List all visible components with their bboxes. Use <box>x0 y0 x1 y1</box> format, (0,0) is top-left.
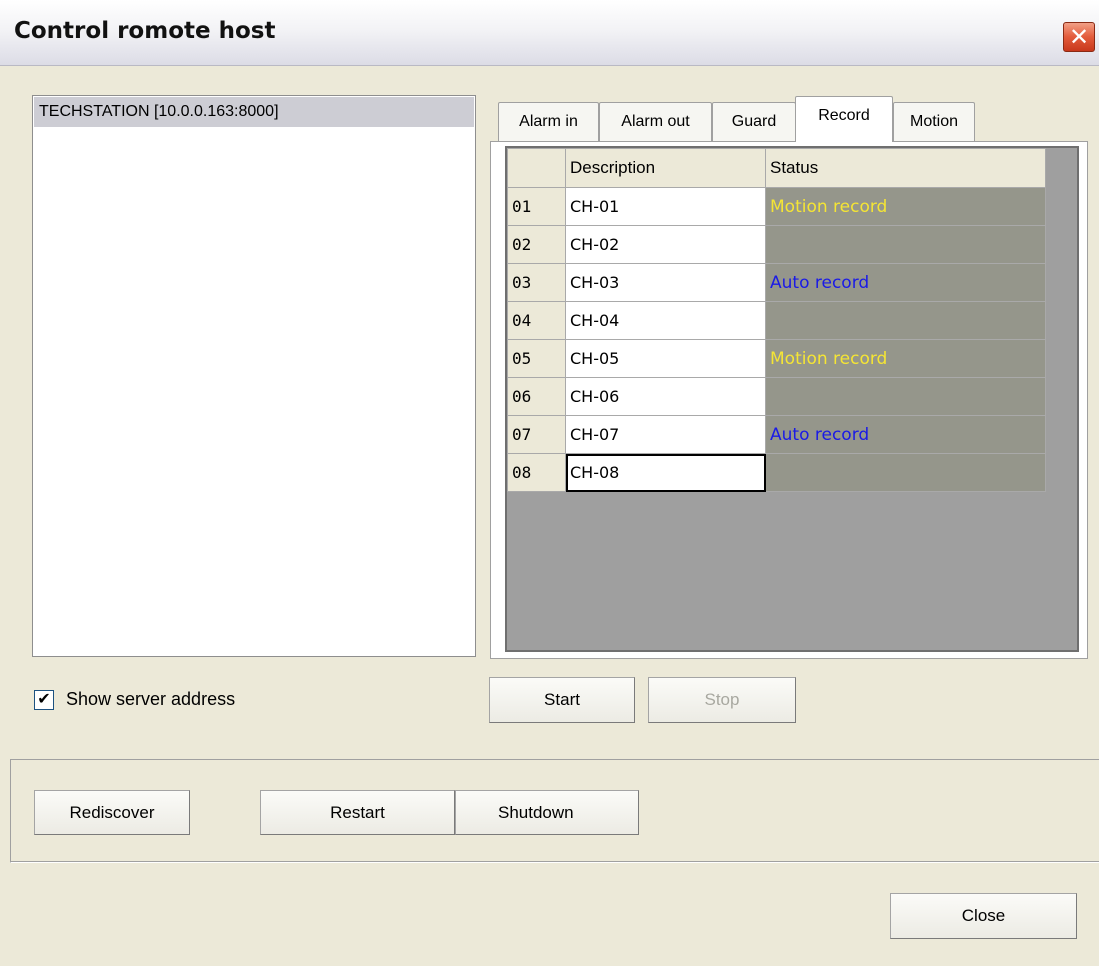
shutdown-button[interactable]: Shutdown <box>455 790 639 835</box>
channel-description-focused[interactable]: CH-08 <box>565 453 766 492</box>
channel-status[interactable] <box>765 301 1046 340</box>
control-remote-host-dialog: Control romote host ✕ TECHSTATION [10.0.… <box>0 0 1099 966</box>
table-row[interactable]: 01 CH-01 Motion record <box>507 187 1046 226</box>
stop-button[interactable]: Stop <box>648 677 796 723</box>
channel-status[interactable] <box>765 225 1046 264</box>
tab-motion[interactable]: Motion <box>893 102 975 142</box>
server-list[interactable]: TECHSTATION [10.0.0.163:8000] <box>32 95 476 657</box>
restart-button[interactable]: Restart <box>260 790 455 835</box>
channel-description[interactable]: CH-04 <box>565 301 766 340</box>
server-list-item[interactable]: TECHSTATION [10.0.0.163:8000] <box>34 97 474 127</box>
channel-status[interactable] <box>765 377 1046 416</box>
table-row[interactable]: 05 CH-05 Motion record <box>507 339 1046 378</box>
channel-number: 06 <box>507 377 566 416</box>
table-row[interactable]: 06 CH-06 <box>507 377 1046 416</box>
channel-status[interactable]: Motion record <box>765 339 1046 378</box>
record-table: Description Status 01 CH-01 Motion recor… <box>507 148 1046 492</box>
channel-number: 04 <box>507 301 566 340</box>
table-row[interactable]: 02 CH-02 <box>507 225 1046 264</box>
column-header-number <box>507 148 566 188</box>
table-row[interactable]: 07 CH-07 Auto record <box>507 415 1046 454</box>
channel-number: 02 <box>507 225 566 264</box>
start-button[interactable]: Start <box>489 677 635 723</box>
window-title: Control romote host <box>14 18 276 44</box>
channel-number: 07 <box>507 415 566 454</box>
show-server-address-label[interactable]: Show server address <box>66 689 235 710</box>
rediscover-button[interactable]: Rediscover <box>34 790 190 835</box>
close-button[interactable]: Close <box>890 893 1077 939</box>
channel-status[interactable]: Motion record <box>765 187 1046 226</box>
channel-description[interactable]: CH-05 <box>565 339 766 378</box>
tab-alarm-out[interactable]: Alarm out <box>599 102 712 142</box>
column-header-description[interactable]: Description <box>565 148 766 188</box>
channel-number: 03 <box>507 263 566 302</box>
table-row[interactable]: 03 CH-03 Auto record <box>507 263 1046 302</box>
channel-description[interactable]: CH-02 <box>565 225 766 264</box>
channel-number: 05 <box>507 339 566 378</box>
channel-number: 08 <box>507 453 566 492</box>
record-tab-panel: Description Status 01 CH-01 Motion recor… <box>490 141 1088 659</box>
show-server-address-checkbox[interactable]: ✔ <box>34 690 54 710</box>
channel-description[interactable]: CH-07 <box>565 415 766 454</box>
title-bar: Control romote host ✕ <box>0 0 1099 66</box>
column-header-status[interactable]: Status <box>765 148 1046 188</box>
table-header-row: Description Status <box>507 148 1046 188</box>
tab-record[interactable]: Record <box>795 96 893 142</box>
table-row[interactable]: 08 CH-08 <box>507 453 1046 492</box>
tab-guard[interactable]: Guard <box>712 102 796 142</box>
channel-number: 01 <box>507 187 566 226</box>
channel-description[interactable]: CH-01 <box>565 187 766 226</box>
close-window-icon[interactable]: ✕ <box>1063 22 1095 52</box>
channel-status[interactable]: Auto record <box>765 263 1046 302</box>
tab-alarm-in[interactable]: Alarm in <box>498 102 599 142</box>
channel-description[interactable]: CH-03 <box>565 263 766 302</box>
table-row[interactable]: 04 CH-04 <box>507 301 1046 340</box>
channel-description[interactable]: CH-06 <box>565 377 766 416</box>
channel-status[interactable]: Auto record <box>765 415 1046 454</box>
record-grid[interactable]: Description Status 01 CH-01 Motion recor… <box>505 146 1079 652</box>
channel-status[interactable] <box>765 453 1046 492</box>
